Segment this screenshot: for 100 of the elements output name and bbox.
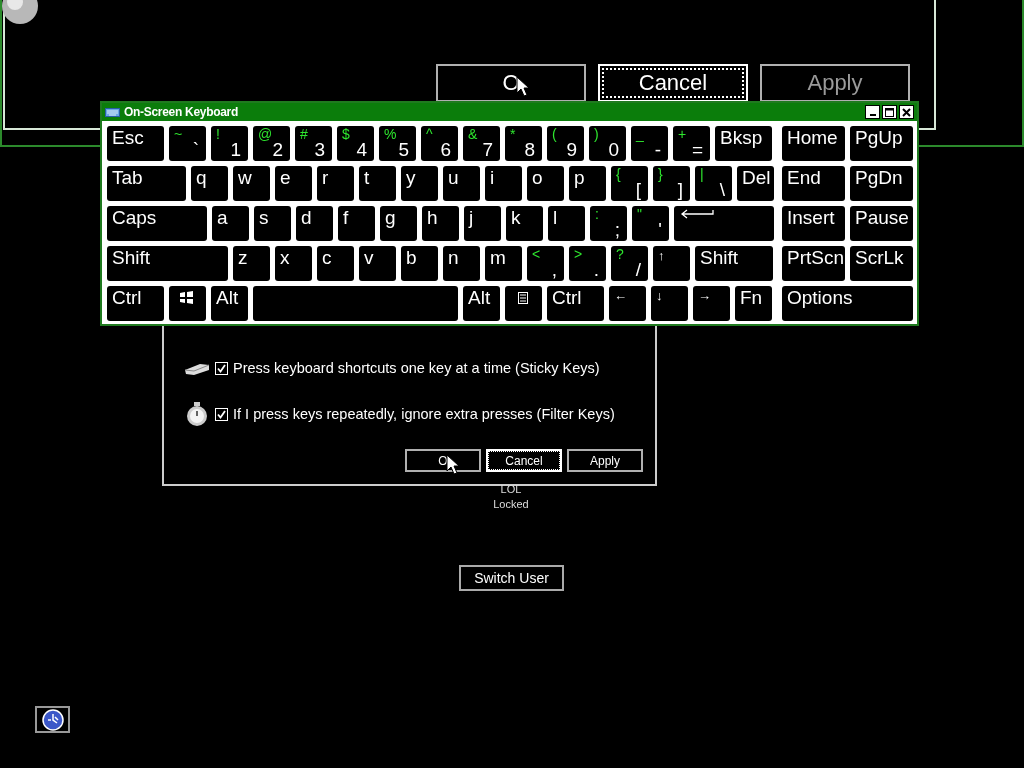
key[interactable]: f (338, 206, 375, 241)
key[interactable]: * 8 (505, 126, 542, 161)
key[interactable]: r (317, 166, 354, 201)
arrow-key[interactable]: ↑ (653, 246, 690, 281)
key[interactable]: : ; (590, 206, 627, 241)
menu-icon (518, 292, 528, 304)
arrow-key[interactable]: → (693, 286, 730, 321)
key[interactable]: > . (569, 246, 606, 281)
key[interactable]: Options (782, 286, 913, 321)
key[interactable]: @ 2 (253, 126, 290, 161)
key[interactable]: h (422, 206, 459, 241)
keyboard-icon (105, 107, 120, 117)
key[interactable]: q (191, 166, 228, 201)
key[interactable]: + = (673, 126, 710, 161)
key[interactable]: " ' (632, 206, 669, 241)
key[interactable]: Bksp (715, 126, 772, 161)
key[interactable]: # 3 (295, 126, 332, 161)
key[interactable]: Fn (735, 286, 772, 321)
key[interactable]: y (401, 166, 438, 201)
enter-arrow-icon (680, 209, 714, 219)
key[interactable]: p (569, 166, 606, 201)
key[interactable]: _ - (631, 126, 668, 161)
key[interactable]: w (233, 166, 270, 201)
key[interactable]: u (443, 166, 480, 201)
key[interactable]: Esc (107, 126, 164, 161)
key[interactable]: ^ 6 (421, 126, 458, 161)
key[interactable]: d (296, 206, 333, 241)
orb-icon (0, 0, 40, 26)
key[interactable]: PrtScn (782, 246, 845, 281)
key[interactable]: m (485, 246, 522, 281)
close-icon (902, 107, 911, 117)
key[interactable]: Shift (107, 246, 228, 281)
minimize-icon (869, 114, 876, 116)
user-name: LOL (500, 482, 522, 497)
key[interactable]: z (233, 246, 270, 281)
key[interactable]: | \ (695, 166, 732, 201)
key[interactable]: End (782, 166, 845, 201)
key[interactable]: ~ ` (169, 126, 206, 161)
arrow-key[interactable]: ↓ (651, 286, 688, 321)
key[interactable]: a (212, 206, 249, 241)
key[interactable]: ) 0 (589, 126, 626, 161)
stopwatch-icon (184, 401, 210, 427)
key[interactable]: j (464, 206, 501, 241)
key[interactable]: ! 1 (211, 126, 248, 161)
key[interactable]: Caps (107, 206, 207, 241)
key[interactable]: Pause (850, 206, 913, 241)
key[interactable]: t (359, 166, 396, 201)
cursor-icon (516, 76, 530, 97)
key[interactable]: Shift (695, 246, 773, 281)
enter-key[interactable] (674, 206, 774, 241)
dialog-button[interactable]: Cancel (486, 449, 562, 472)
key[interactable]: o (527, 166, 564, 201)
key[interactable]: PgDn (850, 166, 913, 201)
key[interactable]: v (359, 246, 396, 281)
key[interactable]: & 7 (463, 126, 500, 161)
key[interactable]: l (548, 206, 585, 241)
close-button[interactable] (899, 105, 914, 119)
key[interactable]: Home (782, 126, 845, 161)
key[interactable]: Ctrl (547, 286, 604, 321)
windows-key[interactable] (169, 286, 206, 321)
key[interactable]: c (317, 246, 354, 281)
key[interactable]: Alt (211, 286, 248, 321)
minimize-button[interactable] (865, 105, 880, 119)
windows-logo-icon (179, 291, 194, 304)
checkbox[interactable] (215, 361, 228, 375)
key[interactable]: k (506, 206, 543, 241)
cursor-icon (446, 454, 460, 475)
dialog-button[interactable]: Apply (567, 449, 643, 472)
switch-user-button[interactable]: Switch User (459, 565, 564, 591)
key[interactable]: x (275, 246, 312, 281)
key[interactable]: ? / (611, 246, 648, 281)
ease-of-access-icon (39, 708, 66, 731)
option-label: Press keyboard shortcuts one key at a time (Sticky Keys) (233, 360, 600, 376)
checkbox[interactable] (215, 407, 228, 421)
key[interactable]: < , (527, 246, 564, 281)
key[interactable]: g (380, 206, 417, 241)
window-title: On-Screen Keyboard (124, 105, 238, 119)
key[interactable]: PgUp (850, 126, 913, 161)
key[interactable]: s (254, 206, 291, 241)
arrow-key[interactable]: ← (609, 286, 646, 321)
key[interactable]: i (485, 166, 522, 201)
key[interactable]: Del (737, 166, 774, 201)
key[interactable]: Alt (463, 286, 500, 321)
key[interactable]: n (443, 246, 480, 281)
key[interactable]: ( 9 (547, 126, 584, 161)
maximize-button[interactable] (882, 105, 897, 119)
key[interactable]: Ctrl (107, 286, 164, 321)
key[interactable]: { [ (611, 166, 648, 201)
key[interactable]: Tab (107, 166, 186, 201)
key[interactable]: ScrLk (850, 246, 913, 281)
key[interactable]: b (401, 246, 438, 281)
dialog-button[interactable]: O (405, 449, 481, 472)
ease-of-access-button[interactable] (35, 706, 70, 733)
key[interactable]: e (275, 166, 312, 201)
menu-key[interactable] (505, 286, 542, 321)
key[interactable]: Insert (782, 206, 845, 241)
key[interactable]: $ 4 (337, 126, 374, 161)
key[interactable]: % 5 (379, 126, 416, 161)
dialog-button[interactable]: Cancel (598, 64, 748, 102)
key[interactable]: } ] (653, 166, 690, 201)
